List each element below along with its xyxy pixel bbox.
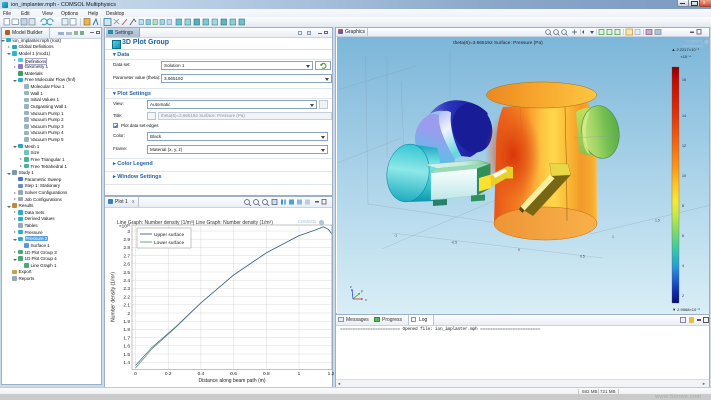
svg-text:0.6: 0.6 <box>230 371 237 377</box>
svg-text:2: 2 <box>682 294 684 298</box>
svg-text:2.5: 2.5 <box>123 270 130 276</box>
svg-text:×10⁻⁴: ×10⁻⁴ <box>680 54 691 59</box>
svg-text:2.6: 2.6 <box>123 262 130 268</box>
svg-text:Lower surface: Lower surface <box>154 240 184 246</box>
svg-text:4: 4 <box>682 264 684 268</box>
svg-text:1.4: 1.4 <box>123 360 130 366</box>
svg-text:2.3: 2.3 <box>123 286 130 292</box>
svg-text:1.2: 1.2 <box>328 371 335 377</box>
svg-text:1.7: 1.7 <box>123 335 130 341</box>
svg-text:2: 2 <box>127 311 130 317</box>
svg-text:2.9: 2.9 <box>123 237 130 243</box>
svg-text:-1: -1 <box>394 234 397 238</box>
svg-text:0: 0 <box>518 248 520 252</box>
svg-text:1.9: 1.9 <box>123 319 130 325</box>
svg-text:z: z <box>350 285 352 289</box>
svg-text:1: 1 <box>298 371 301 377</box>
svg-text:0.5: 0.5 <box>580 255 585 259</box>
svg-text:Number density (1/m³): Number density (1/m³) <box>111 272 117 322</box>
svg-text:2.2: 2.2 <box>123 294 130 300</box>
svg-text:×10²⁰: ×10²⁰ <box>119 224 130 229</box>
svg-text:2.7: 2.7 <box>123 253 130 259</box>
svg-text:8: 8 <box>682 204 684 208</box>
svg-text:10: 10 <box>682 174 686 178</box>
svg-text:1.5: 1.5 <box>123 352 130 358</box>
svg-text:12: 12 <box>682 144 686 148</box>
svg-text:14: 14 <box>682 114 686 118</box>
svg-text:y: y <box>361 289 363 293</box>
svg-text:16: 16 <box>682 78 686 82</box>
svg-text:MULTIPHYSICS: MULTIPHYSICS <box>683 44 704 48</box>
svg-text:2.1: 2.1 <box>123 303 130 309</box>
svg-text:0: 0 <box>134 371 137 377</box>
svg-text:6: 6 <box>682 234 684 238</box>
svg-text:0.4: 0.4 <box>198 371 205 377</box>
svg-text:1.6: 1.6 <box>123 344 130 350</box>
svg-text:0.2: 0.2 <box>165 371 172 377</box>
svg-text:x: x <box>365 298 367 302</box>
svg-text:0.8: 0.8 <box>263 371 270 377</box>
svg-text:theta(6)=3.665192 Surface: Pr: theta(6)=3.665192 Surface: Pressure (Pa) <box>453 40 543 46</box>
svg-text:▼ 2.9968×10⁻⁸: ▼ 2.9968×10⁻⁸ <box>672 307 700 312</box>
svg-text:1.8: 1.8 <box>123 327 130 333</box>
svg-text:COMSOL: COMSOL <box>686 39 704 44</box>
svg-text:1.5: 1.5 <box>655 219 660 223</box>
svg-text:2.4: 2.4 <box>123 278 130 284</box>
svg-text:-0.5: -0.5 <box>451 241 457 245</box>
svg-text:COMSOL: COMSOL <box>297 219 317 224</box>
svg-text:Upper surface: Upper surface <box>154 232 184 238</box>
svg-text:3: 3 <box>127 229 130 235</box>
svg-text:2.8: 2.8 <box>123 245 130 251</box>
svg-text:1: 1 <box>612 235 614 239</box>
svg-text:Distance along beam path (m): Distance along beam path (m) <box>199 378 266 384</box>
